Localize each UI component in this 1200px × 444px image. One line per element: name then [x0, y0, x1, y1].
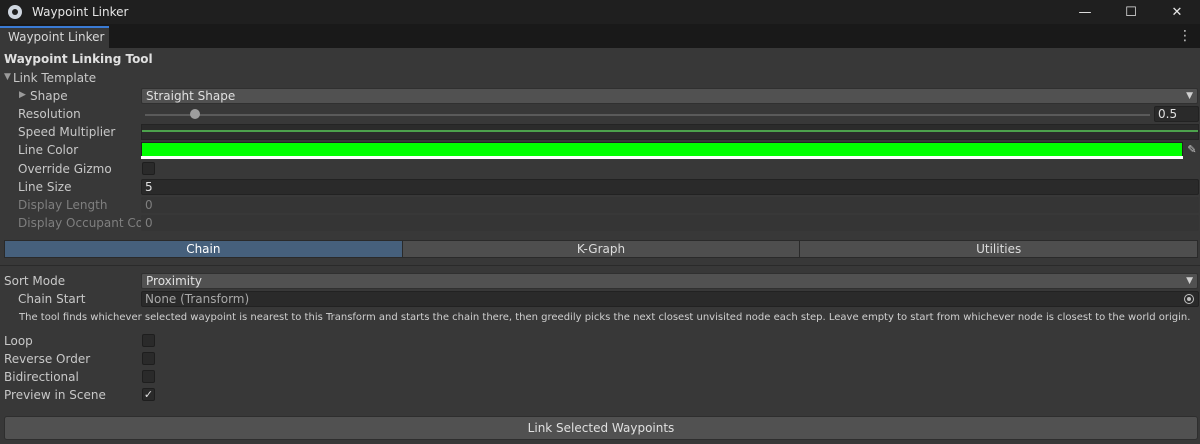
- object-picker-icon[interactable]: [1184, 294, 1194, 304]
- line-size-label: Line Size: [18, 180, 72, 194]
- window-title: Waypoint Linker: [32, 5, 129, 19]
- sort-mode-dropdown-value: Proximity: [146, 274, 202, 288]
- speed-multiplier-label: Speed Multiplier: [18, 125, 116, 139]
- page-title: Waypoint Linking Tool: [4, 52, 153, 66]
- shape-row: ▶ Shape Straight Shape ▼: [0, 88, 1200, 106]
- override-gizmo-checkbox[interactable]: [142, 162, 155, 175]
- unity-icon: [8, 5, 22, 19]
- minimize-button[interactable]: —: [1062, 0, 1108, 24]
- shape-label: Shape: [30, 89, 68, 103]
- help-text: The tool finds whichever selected waypoi…: [19, 312, 1191, 323]
- chain-start-label: Chain Start: [18, 292, 86, 306]
- checkmark-icon: ✓: [143, 388, 154, 401]
- inspector-content: Waypoint Linking Tool ▼ Link Template ▶ …: [0, 48, 1200, 444]
- resolution-slider-track[interactable]: [145, 114, 1150, 116]
- more-options-icon[interactable]: ⋮: [1178, 28, 1192, 44]
- foldout-expanded-icon[interactable]: ▼: [4, 72, 11, 82]
- tab-chain[interactable]: Chain: [5, 241, 403, 257]
- line-color-row: Line Color ✎: [0, 142, 1200, 160]
- override-gizmo-label: Override Gizmo: [18, 162, 112, 176]
- link-template-foldout[interactable]: ▼ Link Template: [0, 70, 1200, 88]
- tab-waypoint-linker[interactable]: Waypoint Linker: [0, 26, 109, 48]
- preview-in-scene-label: Preview in Scene: [4, 388, 106, 402]
- dropdown-arrow-icon: ▼: [1186, 91, 1193, 101]
- divider: [0, 265, 1200, 266]
- bidirectional-label: Bidirectional: [4, 370, 79, 384]
- override-gizmo-row: Override Gizmo: [0, 161, 1200, 179]
- shape-dropdown-value: Straight Shape: [146, 89, 236, 103]
- display-occupant-count-row: Display Occupant Coun 0: [0, 215, 1200, 233]
- display-occupant-count-label: Display Occupant Coun: [18, 216, 159, 230]
- sort-mode-label: Sort Mode: [4, 274, 66, 288]
- preview-in-scene-row: Preview in Scene ✓: [0, 387, 1200, 405]
- chain-start-value: None (Transform): [145, 292, 250, 306]
- tab-bar: Waypoint Linker ⋮: [0, 24, 1200, 48]
- display-length-label: Display Length: [18, 198, 108, 212]
- reverse-order-row: Reverse Order: [0, 351, 1200, 369]
- chain-start-object-field[interactable]: None (Transform): [141, 291, 1199, 307]
- shape-dropdown[interactable]: Straight Shape ▼: [141, 88, 1198, 104]
- line-color-label: Line Color: [18, 143, 79, 157]
- display-length-row: Display Length 0: [0, 197, 1200, 215]
- resolution-input[interactable]: 0.5: [1154, 106, 1199, 122]
- dropdown-arrow-icon: ▼: [1186, 276, 1193, 286]
- window-titlebar: Waypoint Linker — ☐ ✕: [0, 0, 1200, 24]
- display-length-value: 0: [141, 197, 1199, 213]
- bidirectional-row: Bidirectional: [0, 369, 1200, 387]
- foldout-collapsed-icon[interactable]: ▶: [19, 90, 26, 100]
- link-selected-waypoints-button[interactable]: Link Selected Waypoints: [4, 416, 1198, 440]
- speed-multiplier-curve[interactable]: [141, 124, 1199, 140]
- loop-row: Loop: [0, 333, 1200, 351]
- display-occupant-count-value: 0: [141, 215, 1199, 231]
- preview-in-scene-checkbox[interactable]: ✓: [142, 388, 155, 401]
- chain-start-row: Chain Start None (Transform): [0, 291, 1200, 309]
- color-alpha-bar: [141, 156, 1183, 159]
- mode-toolbar: Chain K-Graph Utilities: [4, 240, 1198, 258]
- sort-mode-row: Sort Mode Proximity ▼: [0, 273, 1200, 291]
- loop-checkbox[interactable]: [142, 334, 155, 347]
- close-button[interactable]: ✕: [1154, 0, 1200, 24]
- bidirectional-checkbox[interactable]: [142, 370, 155, 383]
- curve-line: [142, 130, 1198, 132]
- sort-mode-dropdown[interactable]: Proximity ▼: [141, 273, 1198, 289]
- reverse-order-label: Reverse Order: [4, 352, 91, 366]
- eyedropper-icon[interactable]: ✎: [1185, 142, 1199, 158]
- loop-label: Loop: [4, 334, 33, 348]
- line-size-row: Line Size 5: [0, 179, 1200, 197]
- tab-utilities[interactable]: Utilities: [800, 241, 1198, 257]
- tab-k-graph[interactable]: K-Graph: [402, 241, 801, 257]
- line-size-input[interactable]: 5: [141, 179, 1199, 195]
- resolution-label: Resolution: [18, 107, 81, 121]
- speed-multiplier-row: Speed Multiplier: [0, 124, 1200, 142]
- resolution-slider-handle[interactable]: [190, 109, 201, 119]
- maximize-button[interactable]: ☐: [1108, 0, 1154, 24]
- link-template-label: Link Template: [13, 71, 97, 85]
- resolution-row: Resolution 0.5: [0, 106, 1200, 124]
- window-controls: — ☐ ✕: [1062, 0, 1200, 24]
- reverse-order-checkbox[interactable]: [142, 352, 155, 365]
